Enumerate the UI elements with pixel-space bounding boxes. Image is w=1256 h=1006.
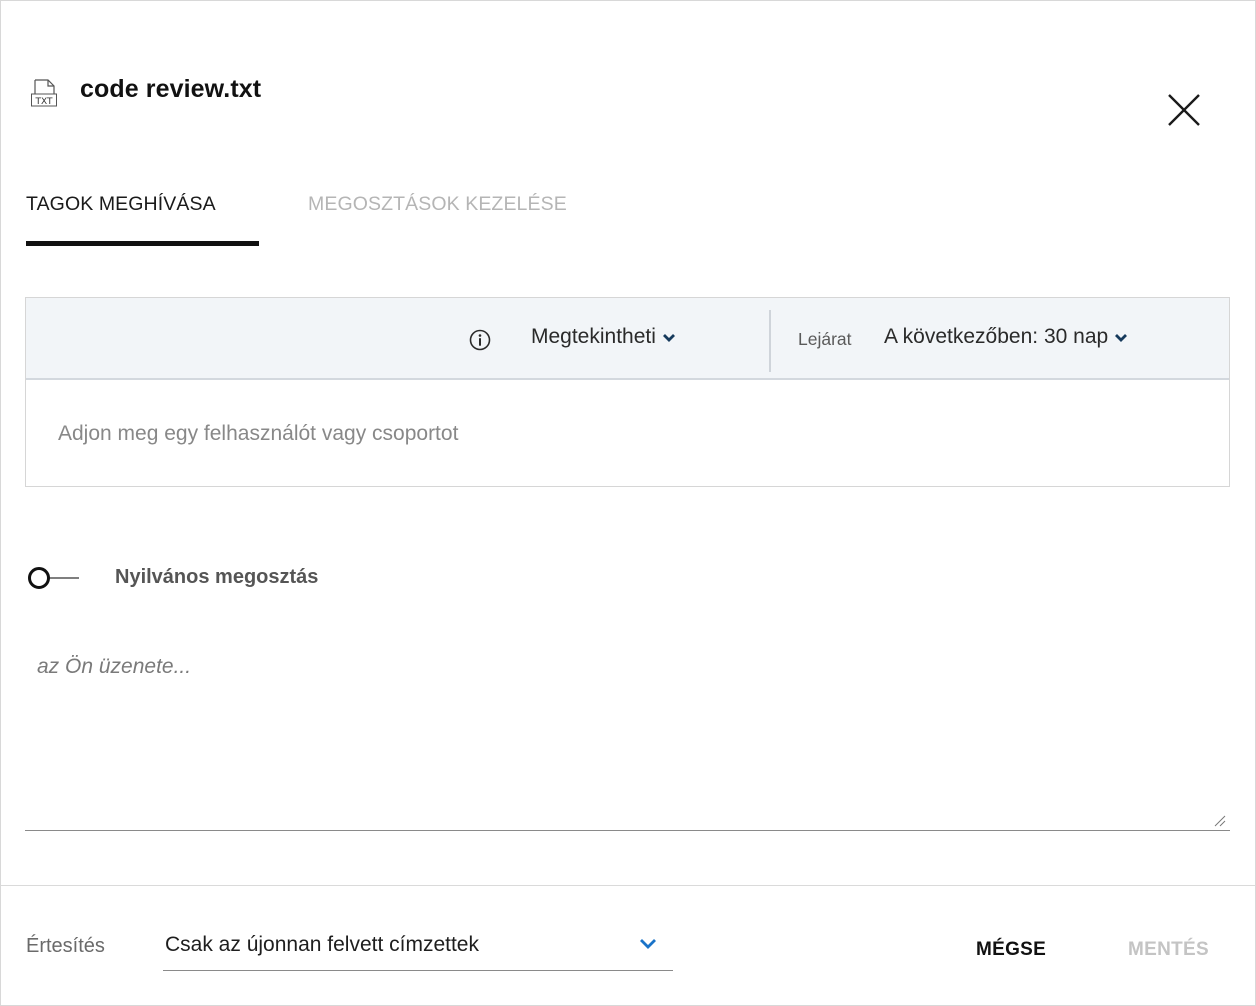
chevron-down-icon xyxy=(1114,325,1128,349)
active-tab-indicator xyxy=(26,241,259,246)
info-icon[interactable] xyxy=(469,329,491,351)
notification-value: Csak az újonnan felvett címzettek xyxy=(165,933,479,956)
footer-divider xyxy=(1,885,1256,886)
toolbar-divider xyxy=(769,310,771,372)
expiry-value: A következőben: 30 nap xyxy=(884,325,1109,348)
tab-invite-members[interactable]: TAGOK MEGHÍVÁSA xyxy=(26,193,216,216)
expiry-label: Lejárat xyxy=(798,329,852,349)
chevron-down-icon xyxy=(662,325,676,349)
permission-dropdown[interactable]: Megtekintheti xyxy=(531,325,676,349)
tab-manage-shares[interactable]: MEGOSZTÁSOK KEZELÉSE xyxy=(308,193,567,216)
expiry-dropdown[interactable]: A következőben: 30 nap xyxy=(884,325,1128,349)
public-share-toggle[interactable] xyxy=(27,565,81,591)
chevron-down-icon xyxy=(639,937,657,955)
txt-file-icon: TXT xyxy=(31,79,57,109)
permission-value: Megtekintheti xyxy=(531,325,656,348)
save-button[interactable]: MENTÉS xyxy=(1128,939,1209,961)
public-share-label: Nyilvános megosztás xyxy=(115,566,319,588)
file-title: code review.txt xyxy=(80,75,262,103)
notification-dropdown[interactable]: Csak az újonnan felvett címzettek xyxy=(163,927,673,971)
close-icon xyxy=(1168,94,1200,126)
resize-handle-icon[interactable] xyxy=(1212,813,1226,827)
notification-label: Értesítés xyxy=(26,935,105,957)
user-or-group-input[interactable] xyxy=(26,382,1229,486)
share-dialog: TXT code review.txt TAGOK MEGHÍVÁSA MEGO… xyxy=(0,0,1256,1006)
cancel-button[interactable]: MÉGSE xyxy=(976,939,1046,961)
share-toolbar: Megtekintheti Lejárat A következőben: 30… xyxy=(26,298,1229,380)
svg-text:TXT: TXT xyxy=(34,97,53,107)
close-button[interactable] xyxy=(1161,87,1207,133)
share-box: Megtekintheti Lejárat A következőben: 30… xyxy=(25,297,1230,487)
message-textarea[interactable] xyxy=(25,639,1230,831)
